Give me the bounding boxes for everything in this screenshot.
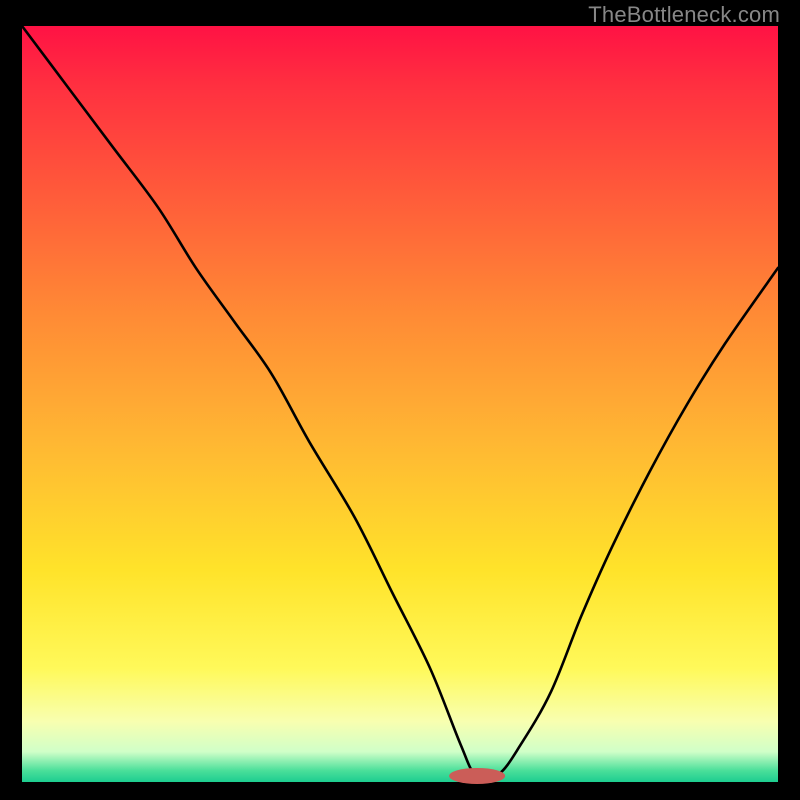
chart-frame: TheBottleneck.com [0, 0, 800, 800]
optimal-marker [449, 768, 505, 784]
watermark: TheBottleneck.com [588, 2, 780, 28]
curve-layer [0, 0, 800, 800]
bottleneck-curve [22, 26, 778, 778]
